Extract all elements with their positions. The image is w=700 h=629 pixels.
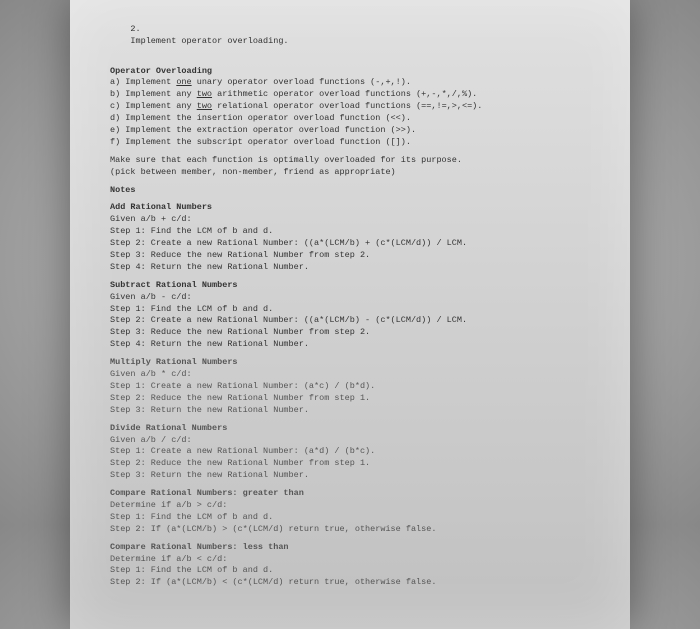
mul-title: Multiply Rational Numbers [110,357,590,369]
mul-given: Given a/b * c/d: [110,369,590,381]
gt-given: Determine if a/b > c/d: [110,500,590,512]
sub-s1: Step 1: Find the LCM of b and d. [110,304,590,316]
item-c: c) Implement any two relational operator… [110,101,590,113]
lt-s1: Step 1: Find the LCM of b and d. [110,565,590,577]
lt-given: Determine if a/b < c/d: [110,554,590,566]
document-page: 2. Implement operator overloading. Opera… [70,0,630,629]
gt-title: Compare Rational Numbers: greater than [110,488,590,500]
gt-s1: Step 1: Find the LCM of b and d. [110,512,590,524]
sub-title: Subtract Rational Numbers [110,280,590,292]
add-s1: Step 1: Find the LCM of b and d. [110,226,590,238]
sub-s2: Step 2: Create a new Rational Number: ((… [110,315,590,327]
header-title: Implement operator overloading. [130,36,288,46]
item-f: f) Implement the subscript operator over… [110,137,590,149]
mul-s1: Step 1: Create a new Rational Number: (a… [110,381,590,393]
sub-s3: Step 3: Reduce the new Rational Number f… [110,327,590,339]
div-given: Given a/b / c/d: [110,435,590,447]
note-line-2: (pick between member, non-member, friend… [110,167,590,179]
add-s3: Step 3: Reduce the new Rational Number f… [110,250,590,262]
add-s4: Step 4: Return the new Rational Number. [110,262,590,274]
item-b: b) Implement any two arithmetic operator… [110,89,590,101]
sub-s4: Step 4: Return the new Rational Number. [110,339,590,351]
add-title: Add Rational Numbers [110,202,590,214]
div-s1: Step 1: Create a new Rational Number: (a… [110,446,590,458]
header-num: 2. [130,24,140,34]
div-s3: Step 3: Return the new Rational Number. [110,470,590,482]
lt-s2: Step 2: If (a*(LCM/b) < (c*(LCM/d) retur… [110,577,590,589]
mul-s2: Step 2: Reduce the new Rational Number f… [110,393,590,405]
sub-given: Given a/b - c/d: [110,292,590,304]
item-d: d) Implement the insertion operator over… [110,113,590,125]
mul-s3: Step 3: Return the new Rational Number. [110,405,590,417]
add-given: Given a/b + c/d: [110,214,590,226]
gt-s2: Step 2: If (a*(LCM/b) > (c*(LCM/d) retur… [110,524,590,536]
div-title: Divide Rational Numbers [110,423,590,435]
add-s2: Step 2: Create a new Rational Number: ((… [110,238,590,250]
item-e: e) Implement the extraction operator ove… [110,125,590,137]
lt-title: Compare Rational Numbers: less than [110,542,590,554]
div-s2: Step 2: Reduce the new Rational Number f… [110,458,590,470]
notes-label: Notes [110,185,590,197]
note-line-1: Make sure that each function is optimall… [110,155,590,167]
overloading-title: Operator Overloading [110,66,590,78]
item-a: a) Implement one unary operator overload… [110,77,590,89]
header-line: 2. Implement operator overloading. [110,12,590,60]
